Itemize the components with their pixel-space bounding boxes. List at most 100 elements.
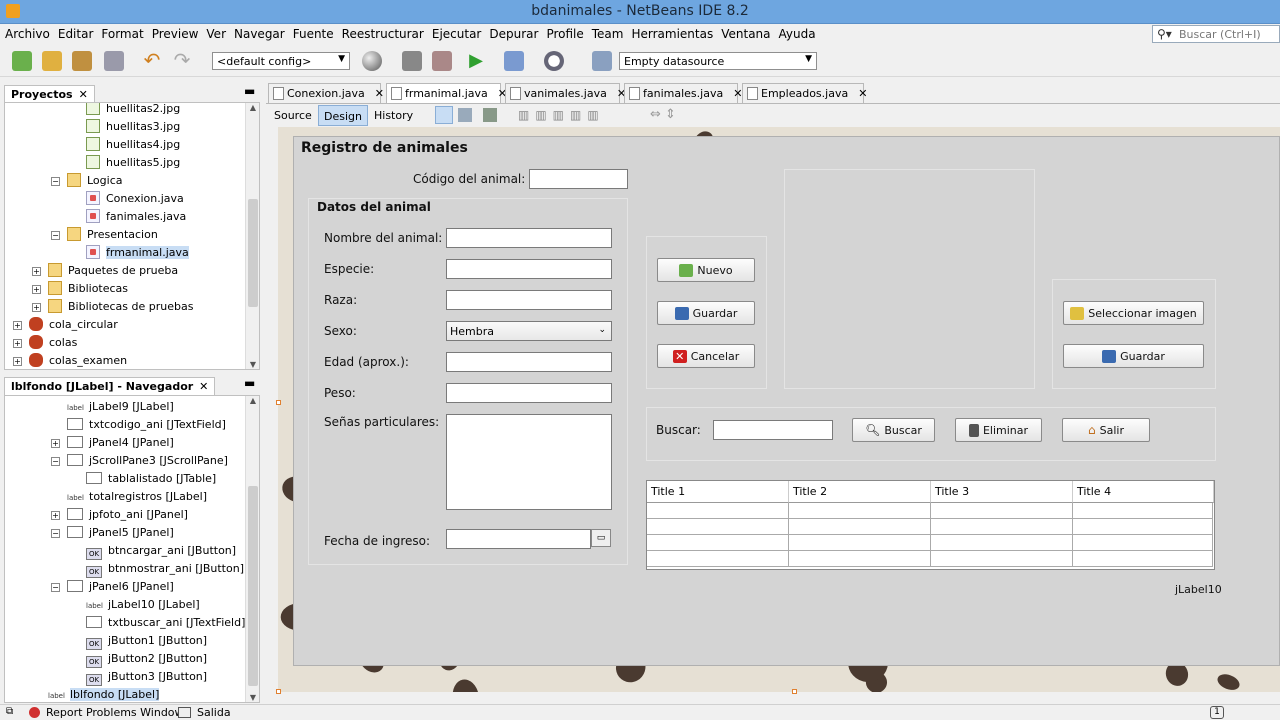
datasource-icon[interactable] bbox=[592, 51, 612, 71]
table-cell[interactable] bbox=[1073, 535, 1213, 551]
seleccionar-imagen-button[interactable]: Seleccionar imagen bbox=[1063, 301, 1204, 325]
tree-item[interactable]: frmanimal.java bbox=[86, 244, 189, 262]
tree-item[interactable]: label jLabel10 [JLabel] bbox=[86, 596, 200, 614]
tree-item[interactable]: + Bibliotecas bbox=[32, 280, 128, 298]
collapse-icon[interactable]: − bbox=[51, 177, 60, 186]
save-all-icon[interactable] bbox=[104, 51, 124, 71]
tree-item[interactable]: + colas bbox=[13, 334, 77, 352]
close-icon[interactable]: ✕ bbox=[79, 88, 88, 101]
build-hammer-icon[interactable] bbox=[402, 51, 422, 71]
projects-scroll-thumb[interactable] bbox=[248, 199, 258, 307]
report-problems-button[interactable]: Report Problems Window bbox=[46, 706, 184, 719]
tab-history[interactable]: History bbox=[369, 105, 418, 126]
open-project-icon[interactable] bbox=[72, 51, 92, 71]
table-cell[interactable] bbox=[789, 503, 931, 519]
tab-design[interactable]: Design bbox=[318, 105, 368, 126]
tree-item[interactable]: + Bibliotecas de pruebas bbox=[32, 298, 193, 316]
new-project-icon[interactable] bbox=[42, 51, 62, 71]
projects-scrollbar[interactable]: ▲ ▼ bbox=[245, 103, 259, 369]
minimize-icon[interactable]: ▬ bbox=[244, 376, 255, 390]
especie-input[interactable] bbox=[446, 259, 612, 279]
close-icon[interactable]: ✕ bbox=[375, 87, 384, 100]
profile-icon[interactable] bbox=[544, 51, 564, 71]
tree-item[interactable]: + Paquetes de prueba bbox=[32, 262, 178, 280]
buscar-input[interactable] bbox=[713, 420, 833, 440]
navigator-scrollbar[interactable]: ▲ ▼ bbox=[245, 396, 259, 702]
scroll-down-icon[interactable]: ▼ bbox=[246, 360, 259, 369]
menu-herramientas[interactable]: Herramientas bbox=[626, 24, 716, 41]
collapse-icon[interactable]: − bbox=[51, 231, 60, 240]
resize-handle[interactable] bbox=[792, 689, 797, 694]
expand-icon[interactable]: + bbox=[32, 267, 41, 276]
tree-item[interactable]: huellitas5.jpg bbox=[86, 154, 180, 172]
peso-input[interactable] bbox=[446, 383, 612, 403]
menu-fuente[interactable]: Fuente bbox=[288, 24, 337, 41]
align-icons[interactable]: ▥▥▥▥▥ bbox=[518, 108, 628, 122]
quick-search-input[interactable]: ⚲▾ Buscar (Ctrl+I) bbox=[1152, 25, 1280, 43]
table-cell[interactable] bbox=[1073, 519, 1213, 535]
expand-icon[interactable]: + bbox=[51, 511, 60, 520]
debug-icon[interactable] bbox=[504, 51, 524, 71]
eliminar-button[interactable]: Eliminar bbox=[955, 418, 1042, 442]
animals-table[interactable]: Title 1 Title 2 Title 3 Title 4 bbox=[646, 480, 1215, 570]
resize-icons[interactable]: ⇔ ⇕ bbox=[650, 107, 690, 122]
expand-icon[interactable]: + bbox=[13, 339, 22, 348]
guardar-imagen-button[interactable]: Guardar bbox=[1063, 344, 1204, 368]
table-cell[interactable] bbox=[1073, 551, 1213, 567]
output-button[interactable]: Salida bbox=[197, 706, 231, 719]
tree-item[interactable]: − Presentacion bbox=[51, 226, 158, 244]
menu-archivo[interactable]: Archivo bbox=[0, 24, 53, 41]
minimize-icon[interactable]: ▬ bbox=[244, 84, 255, 98]
tab-source[interactable]: Source bbox=[269, 105, 317, 126]
navigator-scroll-thumb[interactable] bbox=[248, 486, 258, 686]
table-cell[interactable] bbox=[647, 535, 789, 551]
expand-icon[interactable]: + bbox=[13, 357, 22, 366]
tree-item[interactable]: Conexion.java bbox=[86, 190, 184, 208]
table-cell[interactable] bbox=[931, 535, 1073, 551]
projects-tab[interactable]: Proyectos ✕ bbox=[4, 85, 95, 103]
expand-icon[interactable]: + bbox=[13, 321, 22, 330]
close-icon[interactable]: ✕ bbox=[858, 87, 867, 100]
menu-editar[interactable]: Editar bbox=[53, 24, 97, 41]
expand-icon[interactable]: + bbox=[32, 285, 41, 294]
table-cell[interactable] bbox=[789, 535, 931, 551]
edad-input[interactable] bbox=[446, 352, 612, 372]
connection-mode-icon[interactable] bbox=[458, 108, 472, 122]
senas-textarea[interactable] bbox=[446, 414, 612, 510]
nombre-input[interactable] bbox=[446, 228, 612, 248]
navigator-tab[interactable]: lblfondo [JLabel] - Navegador ✕ bbox=[4, 377, 216, 395]
tree-item[interactable]: OK jButton2 [JButton] bbox=[86, 650, 207, 668]
menu-ventana[interactable]: Ventana bbox=[716, 24, 773, 41]
expand-icon[interactable]: + bbox=[32, 303, 41, 312]
undo-icon[interactable]: ↶ bbox=[142, 50, 162, 71]
table-cell[interactable] bbox=[789, 519, 931, 535]
table-cell[interactable] bbox=[647, 519, 789, 535]
collapse-icon[interactable]: − bbox=[51, 529, 60, 538]
collapse-icon[interactable]: − bbox=[51, 457, 60, 466]
tab-empleados[interactable]: Empleados.java ✕ bbox=[742, 83, 867, 103]
browser-globe-icon[interactable] bbox=[362, 51, 382, 71]
tree-item[interactable]: OK jButton1 [JButton] bbox=[86, 632, 207, 650]
tree-item[interactable]: huellitas4.jpg bbox=[86, 136, 180, 154]
raza-input[interactable] bbox=[446, 290, 612, 310]
tree-item[interactable]: − Logica bbox=[51, 172, 123, 190]
menu-team[interactable]: Team bbox=[587, 24, 627, 41]
new-file-icon[interactable] bbox=[12, 51, 32, 71]
restore-window-icon[interactable]: ⧉ bbox=[6, 706, 13, 717]
menu-ejecutar[interactable]: Ejecutar bbox=[427, 24, 485, 41]
tab-conexion[interactable]: Conexion.java ✕ bbox=[268, 83, 384, 103]
resize-handle[interactable] bbox=[276, 400, 281, 405]
menu-reestructurar[interactable]: Reestructurar bbox=[337, 24, 427, 41]
menu-depurar[interactable]: Depurar bbox=[484, 24, 541, 41]
table-header[interactable]: Title 2 bbox=[789, 481, 931, 503]
buscar-button[interactable]: 🔍︎ Buscar bbox=[852, 418, 935, 442]
fecha-input[interactable] bbox=[446, 529, 591, 549]
tree-item[interactable]: fanimales.java bbox=[86, 208, 186, 226]
expand-icon[interactable]: + bbox=[51, 439, 60, 448]
tree-item[interactable]: label lblfondo [JLabel] bbox=[48, 686, 160, 702]
tab-frmanimal[interactable]: frmanimal.java ✕ bbox=[386, 83, 507, 104]
menu-preview[interactable]: Preview bbox=[147, 24, 202, 41]
tab-vanimales[interactable]: vanimales.java ✕ bbox=[505, 83, 626, 103]
tree-item[interactable]: tablalistado [JTable] bbox=[86, 470, 216, 488]
table-cell[interactable] bbox=[931, 551, 1073, 567]
